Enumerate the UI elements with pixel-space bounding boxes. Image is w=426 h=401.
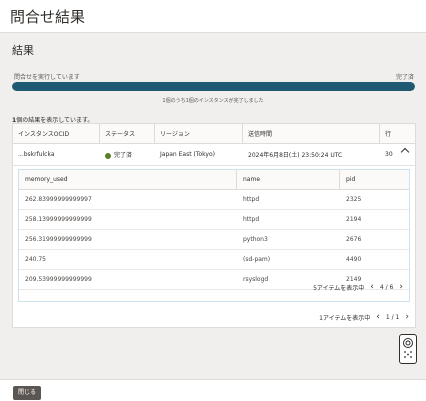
- table-row[interactable]: ...bskrfulcka 完了済 Japan East (Tokyo) 202…: [13, 144, 415, 166]
- next-page-icon[interactable]: ›: [405, 313, 409, 322]
- cell-memory-used: 256.31999999999999: [25, 236, 92, 243]
- progress-status: 完了済: [395, 74, 414, 81]
- close-button[interactable]: 閉じる: [13, 386, 42, 400]
- cell-memory-used: 258.13999999999999: [25, 216, 92, 223]
- column-header-ocid[interactable]: インスタンスOCID: [13, 124, 100, 143]
- region-cell: Japan East (Tokyo): [160, 151, 215, 158]
- help-lifebuoy-button[interactable]: [399, 334, 417, 364]
- progress-bar: [12, 82, 415, 91]
- cell-pid: 4490: [346, 256, 362, 263]
- cell-pid: 2194: [346, 216, 362, 223]
- table-row: 240.75 (sd-pam) 4490: [19, 250, 409, 270]
- status-text: 完了済: [114, 152, 133, 159]
- cell-memory-used: 209.53999999999999: [25, 276, 92, 283]
- column-header-name[interactable]: name: [237, 170, 340, 189]
- cell-name: httpd: [243, 216, 260, 223]
- cell-name: (sd-pam): [243, 256, 271, 263]
- prev-page-icon[interactable]: ‹: [370, 283, 374, 292]
- table-row: 256.31999999999999 python3 2676: [19, 230, 409, 250]
- column-header-status[interactable]: ステータス: [100, 124, 155, 143]
- status-cell: 完了済: [100, 150, 155, 159]
- column-header-sent-time[interactable]: 送信時間: [243, 124, 380, 143]
- next-page-icon[interactable]: ›: [399, 283, 403, 292]
- table-row: 262.83999999999997 httpd 2325: [19, 190, 409, 210]
- results-table-header: インスタンスOCID ステータス リージョン 送信時間 行: [13, 124, 415, 144]
- footer-bar: [0, 379, 426, 401]
- detail-items-count: 5アイテムを表示中: [313, 285, 365, 292]
- rows-cell: 30: [385, 151, 393, 158]
- page-title: 問合せ結果: [10, 8, 86, 26]
- cell-name: python3: [243, 236, 268, 243]
- column-header-memory-used[interactable]: memory_used: [19, 170, 237, 189]
- results-page-indicator: 1 / 1: [385, 314, 400, 321]
- lifebuoy-icon: [403, 338, 413, 358]
- results-table: インスタンスOCID ステータス リージョン 送信時間 行 ...bskrful…: [12, 123, 416, 328]
- detail-table: memory_used name pid 262.83999999999997 …: [18, 169, 410, 302]
- results-items-count: 1アイテムを表示中: [319, 315, 371, 322]
- progress-fill: [12, 82, 415, 91]
- progress-detail: 1個のうち1個のインスタンスが完了しました: [162, 98, 264, 104]
- cell-memory-used: 262.83999999999997: [25, 196, 92, 203]
- results-table-pagination: 1アイテムを表示中 ‹ 1 / 1 ›: [319, 313, 409, 323]
- detail-table-pagination: 5アイテムを表示中 ‹ 4 / 6 ›: [313, 283, 403, 293]
- instance-ocid-link[interactable]: ...bskrfulcka: [13, 151, 100, 158]
- table-row: 258.13999999999999 httpd 2194: [19, 210, 409, 230]
- detail-table-header: memory_used name pid: [19, 170, 409, 190]
- page-header: 問合せ結果: [0, 0, 426, 33]
- cell-name: httpd: [243, 196, 260, 203]
- cell-pid: 2325: [346, 196, 362, 203]
- progress-label: 問合せを実行しています: [14, 74, 80, 81]
- prev-page-icon[interactable]: ‹: [376, 313, 380, 322]
- status-dot-icon: [105, 152, 111, 159]
- cell-memory-used: 240.75: [25, 256, 46, 263]
- sent-time-cell: 2024年6月8日(土) 23:50:24 UTC: [248, 152, 343, 159]
- section-title: 結果: [12, 44, 34, 57]
- column-header-pid[interactable]: pid: [340, 170, 409, 189]
- cell-pid: 2676: [346, 236, 362, 243]
- column-header-region[interactable]: リージョン: [155, 124, 243, 143]
- detail-page-indicator: 4 / 6: [379, 284, 394, 291]
- column-header-rows[interactable]: 行: [380, 124, 415, 143]
